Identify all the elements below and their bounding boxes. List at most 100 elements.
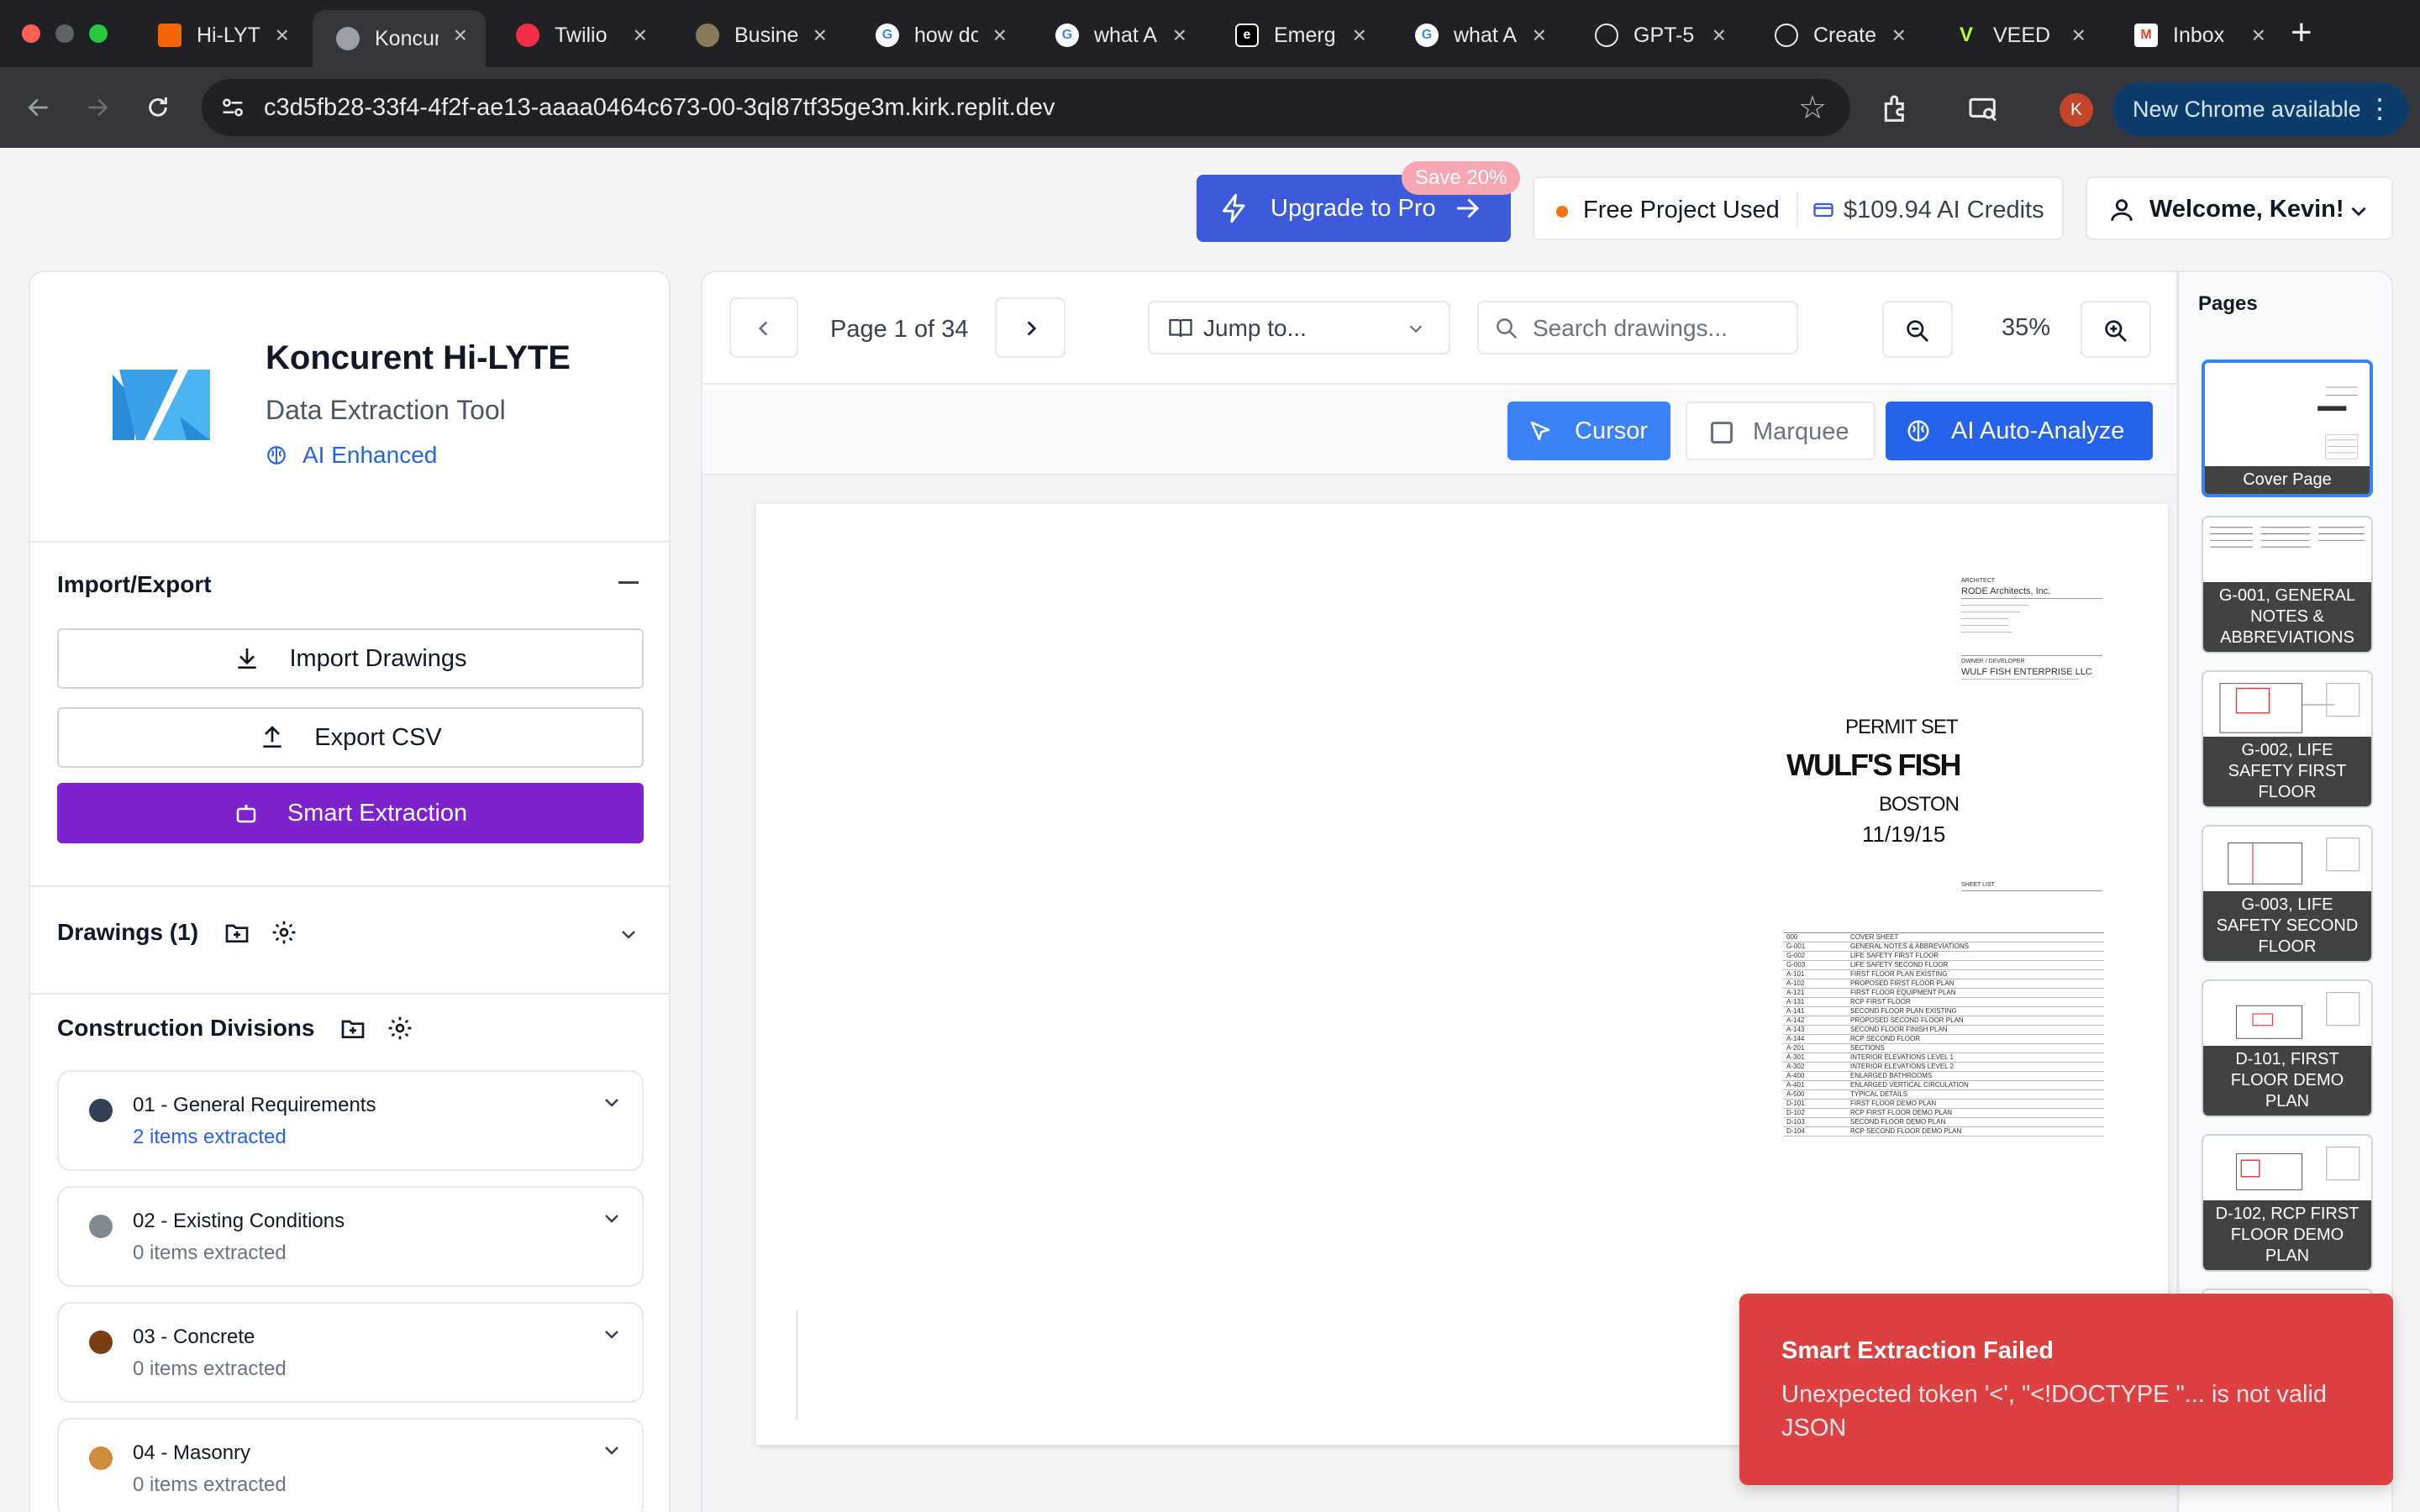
gear-icon[interactable] bbox=[387, 1015, 413, 1042]
sheet-list-heading: SHEET LIST bbox=[1961, 882, 1995, 888]
tab-label: GPT-5 bbox=[1634, 23, 1695, 47]
rule bbox=[1961, 890, 2102, 891]
next-page-button[interactable] bbox=[995, 297, 1065, 358]
browser-tab[interactable]: GPT-5 × bbox=[1571, 10, 1744, 60]
browser-tab[interactable]: Twilio × bbox=[492, 10, 666, 60]
chevron-down-icon[interactable] bbox=[602, 1324, 622, 1344]
index-sheet-number: G-002 bbox=[1786, 952, 1806, 959]
new-tab-button[interactable]: + bbox=[2291, 12, 2312, 54]
smart-extraction-button[interactable]: Smart Extraction bbox=[57, 783, 644, 843]
chevron-down-icon[interactable] bbox=[618, 924, 639, 944]
browser-tab[interactable]: G how do × bbox=[852, 10, 1025, 60]
app-title: Koncurent Hi-LYTE bbox=[266, 339, 571, 376]
page-thumbnail[interactable]: G-001, GENERAL NOTES & ABBREVIATIONS bbox=[2202, 516, 2373, 654]
zoom-in-button[interactable] bbox=[2081, 301, 2151, 358]
page-thumbnail[interactable]: G-003, LIFE SAFETY SECOND FLOOR bbox=[2202, 825, 2373, 963]
gear-icon[interactable] bbox=[271, 919, 297, 946]
close-tab-icon[interactable]: × bbox=[813, 22, 827, 49]
divider bbox=[30, 541, 669, 543]
browser-tab[interactable]: G what A × bbox=[1392, 10, 1565, 60]
previous-page-button[interactable] bbox=[729, 297, 798, 358]
cast-search-icon[interactable] bbox=[1966, 92, 2000, 126]
tab-label: VEED bbox=[1993, 23, 2051, 47]
add-folder-icon[interactable] bbox=[224, 919, 250, 946]
pages-title: Pages bbox=[2198, 292, 2258, 315]
new-chrome-label: New Chrome available bbox=[2133, 96, 2361, 122]
address-line bbox=[1961, 618, 2008, 619]
jump-to-select[interactable]: Jump to... bbox=[1148, 301, 1450, 354]
close-tab-icon[interactable]: × bbox=[1533, 22, 1546, 49]
back-button[interactable] bbox=[17, 86, 60, 129]
index-sheet-title: RCP FIRST FLOOR bbox=[1850, 998, 1911, 1005]
brain-icon bbox=[1907, 420, 1929, 442]
index-sheet-number: G-003 bbox=[1786, 961, 1806, 969]
close-tab-icon[interactable]: × bbox=[1173, 22, 1186, 49]
close-tab-icon[interactable]: × bbox=[634, 22, 647, 49]
browser-tab[interactable]: M Inbox × bbox=[2111, 10, 2284, 60]
permit-set-label: PERMIT SET bbox=[1845, 716, 1959, 738]
marquee-tool-button[interactable]: Marquee bbox=[1686, 402, 1876, 460]
cursor-tool-button[interactable]: Cursor bbox=[1507, 402, 1670, 460]
browser-tab[interactable]: V VEED × bbox=[1931, 10, 2104, 60]
close-tab-icon[interactable]: × bbox=[1892, 22, 1906, 49]
browser-tab[interactable]: Create × bbox=[1751, 10, 1924, 60]
page-thumbnail-label: G-002, LIFE SAFETY FIRST FLOOR bbox=[2203, 737, 2371, 806]
chevron-down-icon[interactable] bbox=[602, 1208, 622, 1228]
chevron-right-icon bbox=[1027, 321, 1037, 336]
zoom-out-button[interactable] bbox=[1882, 301, 1953, 358]
profile-avatar[interactable]: K bbox=[2060, 93, 2093, 127]
chevron-down-icon[interactable] bbox=[602, 1440, 622, 1460]
import-drawings-button[interactable]: Import Drawings bbox=[57, 628, 644, 689]
division-color-dot bbox=[89, 1446, 113, 1470]
page-thumbnail[interactable]: D-102, RCP FIRST FLOOR DEMO PLAN bbox=[2202, 1134, 2373, 1272]
address-line bbox=[1961, 632, 2012, 633]
index-row: D-103 SECOND FLOOR DEMO PLAN bbox=[1783, 1118, 2104, 1127]
close-tab-icon[interactable]: × bbox=[454, 22, 467, 49]
error-toast[interactable]: Smart Extraction Failed Unexpected token… bbox=[1739, 1294, 2393, 1485]
add-folder-icon[interactable] bbox=[339, 1015, 366, 1042]
division-card[interactable]: 03 - Concrete 0 items extracted bbox=[57, 1302, 644, 1403]
page-thumbnail[interactable]: D-101, FIRST FLOOR DEMO PLAN bbox=[2202, 979, 2373, 1117]
close-tab-icon[interactable]: × bbox=[993, 22, 1007, 49]
page-thumbnail-selected[interactable]: Cover Page bbox=[2202, 360, 2373, 497]
browser-tab[interactable]: G what A × bbox=[1032, 10, 1205, 60]
close-tab-icon[interactable]: × bbox=[1353, 22, 1366, 49]
forward-button[interactable] bbox=[76, 86, 119, 129]
chevron-down-icon[interactable] bbox=[602, 1092, 622, 1112]
toast-title: Smart Extraction Failed bbox=[1781, 1337, 2054, 1364]
browser-tab[interactable]: Hi-LYTE × bbox=[134, 10, 308, 60]
close-tab-icon[interactable]: × bbox=[2252, 22, 2265, 49]
extensions-icon[interactable] bbox=[1879, 92, 1912, 126]
division-card[interactable]: 01 - General Requirements 2 items extrac… bbox=[57, 1070, 644, 1171]
index-row: 000 COVER SHEET bbox=[1783, 933, 2104, 942]
index-sheet-title: TYPICAL DETAILS bbox=[1850, 1090, 1908, 1098]
ai-auto-analyze-button[interactable]: AI Auto-Analyze bbox=[1886, 402, 2153, 460]
seal-icon bbox=[696, 24, 719, 47]
bookmark-star-icon[interactable]: ☆ bbox=[1798, 89, 1827, 127]
ai-enhanced-badge: AI Enhanced bbox=[266, 442, 437, 469]
user-menu-button[interactable]: Welcome, Kevin! bbox=[2086, 176, 2393, 240]
google-icon: G bbox=[876, 24, 899, 47]
left-sidebar: Koncurent Hi-LYTE Data Extraction Tool A… bbox=[29, 270, 671, 1512]
close-tab-icon[interactable]: × bbox=[1712, 22, 1726, 49]
browser-tab-active[interactable]: Koncurent × bbox=[313, 10, 486, 67]
maximize-window-button[interactable] bbox=[89, 24, 108, 43]
browser-tab[interactable]: Business × bbox=[672, 10, 845, 60]
page-thumbnail[interactable]: G-002, LIFE SAFETY FIRST FLOOR bbox=[2202, 670, 2373, 808]
close-tab-icon[interactable]: × bbox=[2072, 22, 2086, 49]
close-tab-icon[interactable]: × bbox=[276, 22, 289, 49]
search-drawings-input[interactable]: Search drawings... bbox=[1477, 301, 1798, 354]
minimize-window-button[interactable] bbox=[55, 24, 74, 43]
export-csv-button[interactable]: Export CSV bbox=[57, 707, 644, 768]
division-card[interactable]: 04 - Masonry 0 items extracted bbox=[57, 1418, 644, 1512]
tab-label: Business bbox=[734, 23, 798, 47]
close-window-button[interactable] bbox=[22, 24, 40, 43]
site-settings-icon[interactable] bbox=[218, 93, 247, 122]
browser-tab[interactable]: e Emerg × bbox=[1212, 10, 1385, 60]
architect-heading: ARCHITECT bbox=[1961, 578, 1996, 584]
new-chrome-available-button[interactable]: New Chrome available ⋮ bbox=[2112, 82, 2408, 136]
address-bar[interactable]: c3d5fb28-33f4-4f2f-ae13-aaaa0464c673-00-… bbox=[202, 79, 1850, 136]
reload-button[interactable] bbox=[136, 86, 180, 129]
division-card[interactable]: 02 - Existing Conditions 0 items extract… bbox=[57, 1186, 644, 1287]
collapse-icon[interactable] bbox=[618, 581, 639, 584]
